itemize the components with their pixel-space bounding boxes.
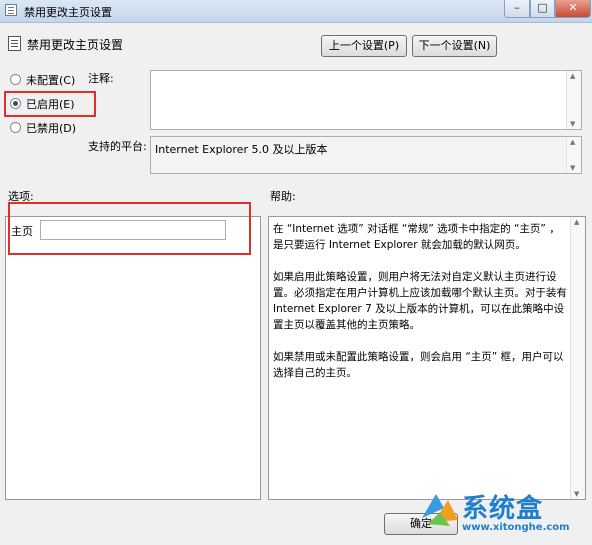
- comment-scrollbar[interactable]: [566, 71, 581, 129]
- maximize-button[interactable]: □: [530, 0, 555, 18]
- enabled-highlight-box: [4, 91, 96, 117]
- watermark-brand: 系统盒: [462, 494, 544, 524]
- policy-icon: [8, 36, 21, 51]
- options-panel: [5, 216, 261, 500]
- platform-value: Internet Explorer 5.0 及以上版本: [155, 143, 328, 156]
- watermark-logo-icon: [422, 494, 458, 526]
- help-section-label: 帮助:: [270, 190, 296, 203]
- close-button[interactable]: ✕: [555, 0, 591, 18]
- disabled-label[interactable]: 已禁用(D): [26, 120, 76, 136]
- window-title: 禁用更改主页设置: [24, 6, 112, 19]
- help-text: 在 “Internet 选项” 对话框 “常规” 选项卡中指定的 “主页” ，是…: [273, 223, 567, 379]
- window-icon: [5, 4, 17, 16]
- comment-textarea[interactable]: [150, 70, 582, 130]
- platform-field: Internet Explorer 5.0 及以上版本: [150, 136, 582, 174]
- help-panel: 在 “Internet 选项” 对话框 “常规” 选项卡中指定的 “主页” ，是…: [268, 216, 586, 500]
- homepage-highlight-box: [8, 202, 251, 255]
- disabled-radio[interactable]: [10, 122, 21, 133]
- next-setting-button[interactable]: 下一个设置(N): [412, 35, 497, 57]
- platform-scrollbar[interactable]: [566, 137, 581, 173]
- help-scrollbar[interactable]: [570, 217, 585, 499]
- watermark-url: www.xitonghe.com: [462, 522, 570, 533]
- comment-label: 注释:: [88, 72, 114, 85]
- policy-title: 禁用更改主页设置: [27, 38, 124, 52]
- previous-setting-button[interactable]: 上一个设置(P): [321, 35, 407, 57]
- not-configured-label[interactable]: 未配置(C): [26, 72, 75, 88]
- minimize-button[interactable]: –: [504, 0, 530, 18]
- not-configured-radio[interactable]: [10, 74, 21, 85]
- platform-label: 支持的平台:: [88, 140, 147, 153]
